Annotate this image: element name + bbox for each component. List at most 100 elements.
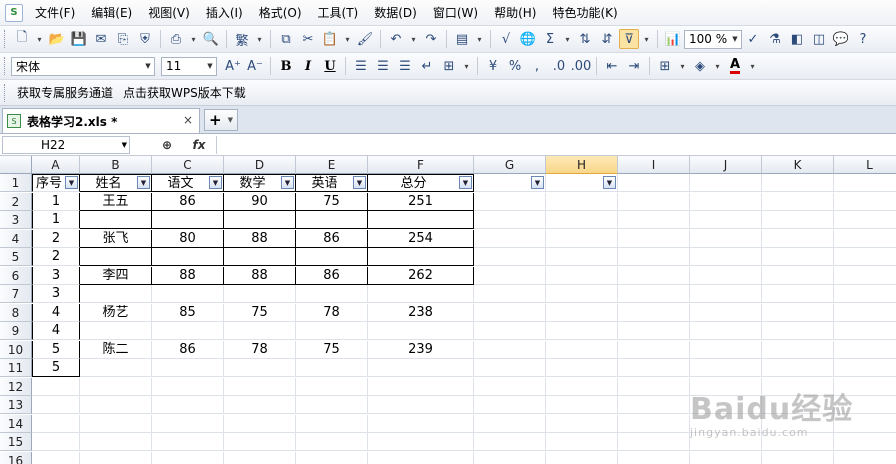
decrease-font-icon[interactable]: A⁻ xyxy=(245,56,265,76)
column-header[interactable]: C xyxy=(152,156,224,174)
filter-dropdown-icon[interactable]: ▼ xyxy=(353,176,366,189)
cell-D11[interactable] xyxy=(224,359,296,377)
row-header[interactable]: 11 xyxy=(0,359,32,377)
paste-icon[interactable]: 📋 xyxy=(320,29,340,49)
cell-C13[interactable] xyxy=(152,396,224,414)
font-color-dropdown-icon[interactable]: ▾ xyxy=(747,56,758,76)
thousands-icon[interactable]: , xyxy=(527,56,547,76)
increase-font-icon[interactable]: A⁺ xyxy=(223,56,243,76)
cell-A15[interactable] xyxy=(32,433,80,451)
cell-C14[interactable] xyxy=(152,414,224,433)
decrease-indent-icon[interactable]: ⇤ xyxy=(602,56,622,76)
sort-descending-icon[interactable]: ⇵ xyxy=(597,29,617,49)
row-header[interactable]: 14 xyxy=(0,414,32,433)
cell-E3[interactable] xyxy=(296,211,368,229)
filter-dropdown-icon[interactable]: ▼ xyxy=(459,176,472,189)
cell-K9[interactable] xyxy=(762,322,834,340)
cell-F12[interactable] xyxy=(368,377,474,396)
cell-A14[interactable] xyxy=(32,414,80,433)
cell-I7[interactable] xyxy=(618,285,690,303)
help-icon[interactable]: ? xyxy=(853,29,873,49)
cell-E2[interactable]: 75 xyxy=(296,192,368,211)
row-header[interactable]: 2 xyxy=(0,192,32,211)
cell-F11[interactable] xyxy=(368,359,474,377)
cell-I15[interactable] xyxy=(618,433,690,451)
cell-E7[interactable] xyxy=(296,285,368,303)
row-header[interactable]: 15 xyxy=(0,433,32,451)
autosum-dropdown-icon[interactable]: ▾ xyxy=(562,29,573,49)
cell-G12[interactable] xyxy=(474,377,546,396)
cell-I16[interactable] xyxy=(618,451,690,464)
chevron-down-icon[interactable]: ▼ xyxy=(729,31,741,48)
cell-A11[interactable]: 5 xyxy=(32,359,80,377)
cell-H14[interactable] xyxy=(546,414,618,433)
cell-L1[interactable] xyxy=(834,174,896,192)
cell-H13[interactable] xyxy=(546,396,618,414)
export-pdf-icon[interactable]: ⎘ xyxy=(113,29,133,49)
hyperlink-icon[interactable]: 🌐 xyxy=(518,29,538,49)
research-icon[interactable]: ⚗ xyxy=(765,29,785,49)
cell-J16[interactable] xyxy=(690,451,762,464)
cell-F8[interactable]: 238 xyxy=(368,303,474,322)
cell-J6[interactable] xyxy=(690,266,762,285)
row-column-dropdown-icon[interactable]: ▾ xyxy=(474,29,485,49)
cell-L11[interactable] xyxy=(834,359,896,377)
filter-dropdown-icon[interactable]: ▼ xyxy=(209,176,222,189)
simplified-traditional-icon[interactable]: 繁 xyxy=(232,29,252,49)
decrease-decimal-icon[interactable]: .00 xyxy=(571,56,592,76)
menu-item[interactable]: 窗口(W) xyxy=(425,2,486,24)
cell-F14[interactable] xyxy=(368,414,474,433)
toolbar-grip[interactable] xyxy=(4,57,8,75)
cell-F2[interactable]: 251 xyxy=(368,192,474,211)
filter-dropdown-icon[interactable]: ▼ xyxy=(531,176,544,189)
row-header[interactable]: 10 xyxy=(0,340,32,359)
cell-J5[interactable] xyxy=(690,248,762,266)
cell-E12[interactable] xyxy=(296,377,368,396)
cell-J3[interactable] xyxy=(690,211,762,229)
cell-K10[interactable] xyxy=(762,340,834,359)
cell-A8[interactable]: 4 xyxy=(32,303,80,322)
cell-L9[interactable] xyxy=(834,322,896,340)
cut-icon[interactable]: ✂ xyxy=(298,29,318,49)
cell-F16[interactable] xyxy=(368,451,474,464)
cell-F9[interactable] xyxy=(368,322,474,340)
cell-K2[interactable] xyxy=(762,192,834,211)
cell-D3[interactable] xyxy=(224,211,296,229)
new-tab-button[interactable]: + ▼ xyxy=(204,109,238,131)
cell-L3[interactable] xyxy=(834,211,896,229)
cell-D8[interactable]: 75 xyxy=(224,303,296,322)
menu-item[interactable]: 特色功能(K) xyxy=(544,2,625,24)
permission-icon[interactable]: ⛨ xyxy=(135,29,155,49)
row-header[interactable]: 16 xyxy=(0,451,32,464)
autofilter-dropdown-icon[interactable]: ▾ xyxy=(641,29,652,49)
cell-F5[interactable] xyxy=(368,248,474,266)
column-header[interactable]: K xyxy=(762,156,834,174)
cell-B11[interactable] xyxy=(80,359,152,377)
cell-K1[interactable] xyxy=(762,174,834,192)
cell-D12[interactable] xyxy=(224,377,296,396)
currency-icon[interactable]: ¥ xyxy=(483,56,503,76)
cell-A13[interactable] xyxy=(32,396,80,414)
menu-item[interactable]: 帮助(H) xyxy=(486,2,544,24)
insert-function-icon[interactable]: √ xyxy=(496,29,516,49)
cell-K16[interactable] xyxy=(762,451,834,464)
cell-C8[interactable]: 85 xyxy=(152,303,224,322)
cell-L4[interactable] xyxy=(834,230,896,248)
zoom-find-icon[interactable]: ⊕ xyxy=(156,138,178,152)
column-header[interactable]: G xyxy=(474,156,546,174)
row-header[interactable]: 1 xyxy=(0,174,32,192)
cell-E14[interactable] xyxy=(296,414,368,433)
document-tab[interactable]: S 表格学习2.xls * × xyxy=(2,108,200,133)
cell-B3[interactable] xyxy=(80,211,152,229)
row-header[interactable]: 13 xyxy=(0,396,32,414)
fill-color-dropdown-icon[interactable]: ▾ xyxy=(712,56,723,76)
save-icon[interactable]: 💾 xyxy=(69,29,89,49)
cell-C15[interactable] xyxy=(152,433,224,451)
cell-I2[interactable] xyxy=(618,192,690,211)
chevron-down-icon[interactable]: ▼ xyxy=(204,58,216,75)
cell-H10[interactable] xyxy=(546,340,618,359)
cell-G7[interactable] xyxy=(474,285,546,303)
merge-center-icon[interactable]: ⊞ xyxy=(439,56,459,76)
chart-icon[interactable]: 📊 xyxy=(663,29,683,49)
increase-decimal-icon[interactable]: .0 xyxy=(549,56,569,76)
